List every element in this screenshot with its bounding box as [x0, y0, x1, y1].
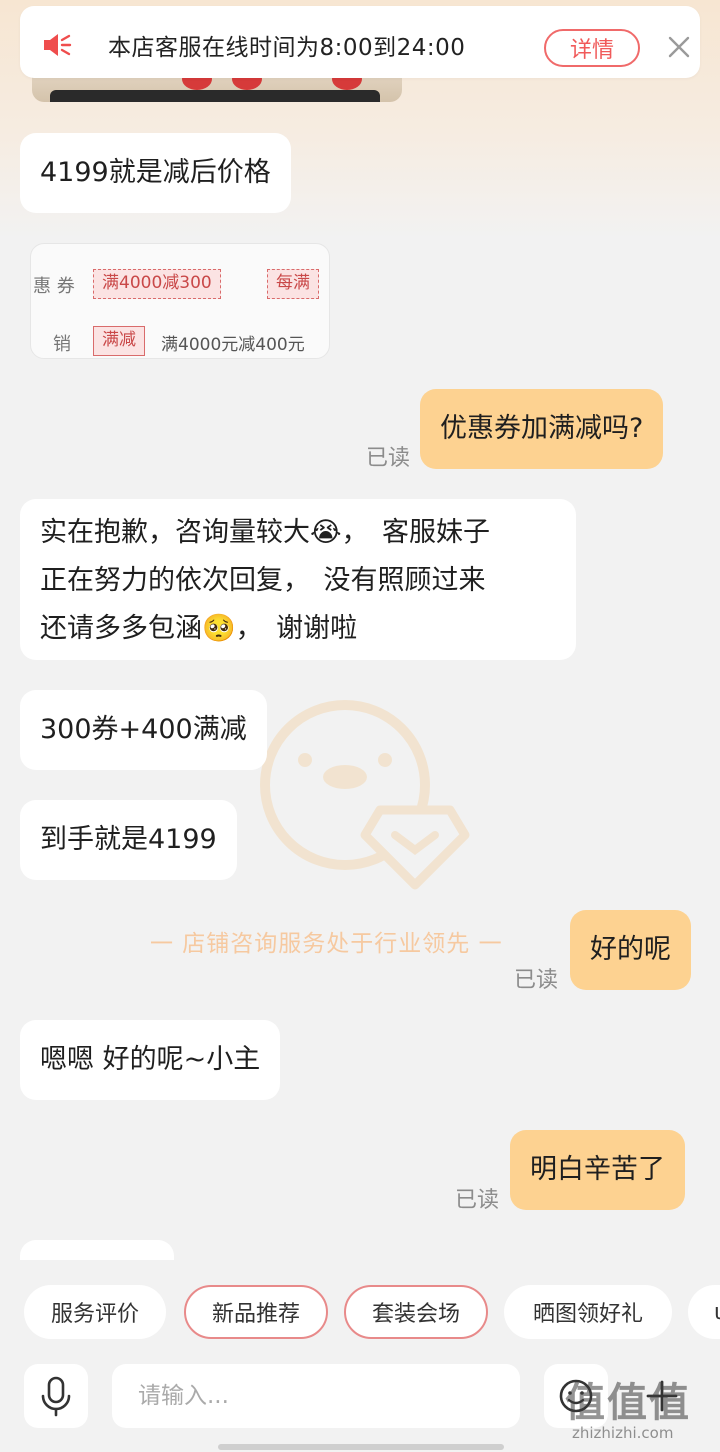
- message-line: 还请多多包涵🥺， 谢谢啦: [40, 613, 358, 644]
- promo-tag: 满减: [93, 326, 145, 356]
- message-bubble-service[interactable]: 4199就是减后价格: [20, 133, 291, 213]
- service-hours-notice: 本店客服在线时间为8:00到24:00 详情: [20, 6, 700, 78]
- image-decor: [50, 90, 380, 102]
- promo-description: 满4000元减400元: [161, 335, 305, 355]
- read-receipt: 已读: [514, 968, 559, 993]
- promo-row-label: 销: [53, 334, 71, 355]
- service-leading-watermark: 一 店铺咨询服务处于行业领先 一: [150, 931, 503, 957]
- message-input[interactable]: 请输入...: [112, 1364, 520, 1428]
- message-bubble-partial[interactable]: [20, 1240, 174, 1260]
- coupon-tag: 满4000减300: [93, 269, 221, 299]
- chip-photo-gift[interactable]: 晒图领好礼: [504, 1285, 672, 1339]
- message-bubble-service[interactable]: 实在抱歉，咨询量较大😭， 客服妹子 正在努力的依次回复， 没有照顾过来 还请多多…: [20, 499, 576, 660]
- coupon-screenshot[interactable]: 惠 券 满4000减300 每满 销 满减 满4000元减400元: [30, 243, 330, 359]
- site-watermark-logo: 值值值: [565, 1380, 691, 1426]
- message-bubble-user[interactable]: 好的呢: [570, 910, 691, 990]
- coupon-row-label: 惠 券: [33, 276, 75, 297]
- message-bubble-service[interactable]: 嗯嗯 好的呢~小主: [20, 1020, 281, 1100]
- chip-more[interactable]: ι: [688, 1285, 720, 1339]
- notice-text: 本店客服在线时间为8:00到24:00: [108, 35, 466, 61]
- read-receipt: 已读: [455, 1188, 500, 1213]
- message-bubble-service[interactable]: 到手就是4199: [20, 800, 237, 880]
- detail-button[interactable]: 详情: [544, 29, 640, 67]
- chip-service-rating[interactable]: 服务评价: [24, 1285, 166, 1339]
- mascot-watermark-icon: [260, 700, 470, 890]
- message-line: 正在努力的依次回复， 没有照顾过来: [40, 565, 486, 596]
- home-indicator[interactable]: [218, 1444, 504, 1450]
- microphone-icon: [41, 1376, 71, 1417]
- chip-new-products[interactable]: 新品推荐: [184, 1285, 328, 1339]
- quick-actions-bar: 服务评价 新品推荐 套装会场 晒图领好礼 ι: [0, 1285, 720, 1341]
- message-bubble-service[interactable]: 300券+400满减: [20, 690, 267, 770]
- message-bubble-user[interactable]: 明白辛苦了: [510, 1130, 685, 1210]
- speaker-icon: [44, 34, 72, 56]
- chat-screen: 本店客服在线时间为8:00到24:00 详情 4199就是减后价格 惠 券 满4…: [0, 0, 720, 1452]
- message-bubble-user[interactable]: 优惠券加满减吗?: [420, 389, 664, 469]
- site-watermark-url: zhizhizhi.com: [572, 1424, 674, 1442]
- voice-button[interactable]: [24, 1364, 88, 1428]
- read-receipt: 已读: [366, 446, 411, 471]
- chip-bundle-hall[interactable]: 套装会场: [344, 1285, 488, 1339]
- coupon-tag: 每满: [267, 269, 319, 299]
- message-line: 实在抱歉，咨询量较大😭， 客服妹子: [40, 517, 491, 548]
- close-icon[interactable]: [666, 34, 692, 60]
